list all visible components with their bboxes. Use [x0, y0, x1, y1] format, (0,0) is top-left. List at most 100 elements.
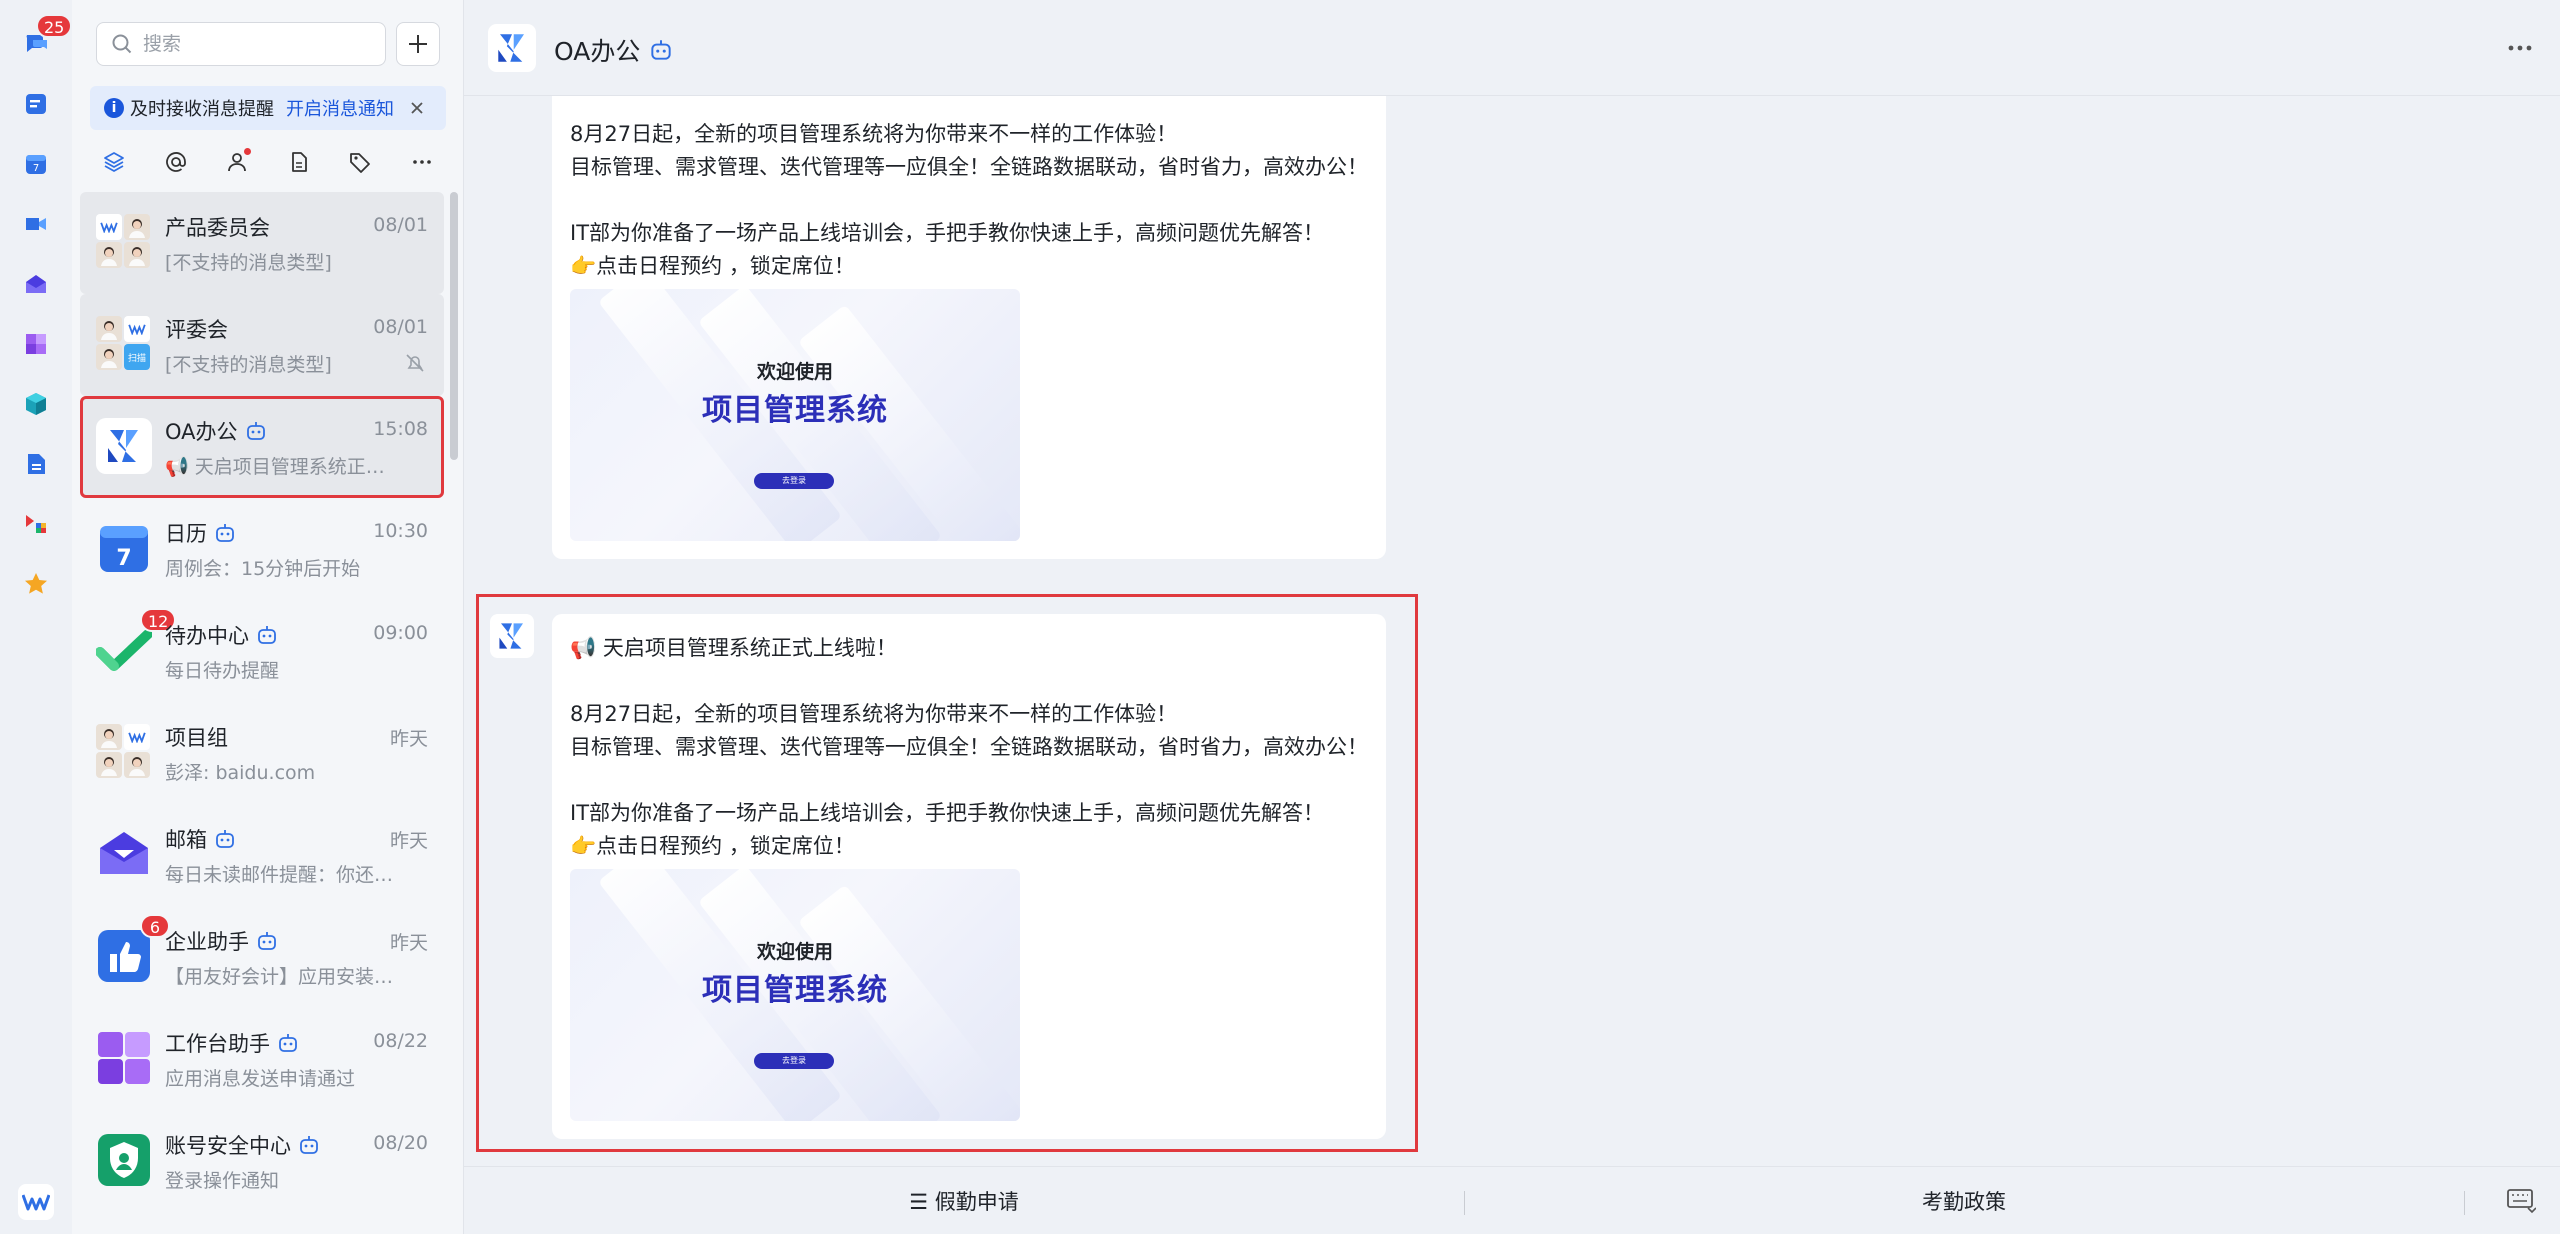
more-icon[interactable] [406, 146, 438, 178]
scan-avatar: 扫描 [124, 344, 150, 370]
plus-icon [409, 35, 427, 53]
conversation-name: 企业助手 [165, 926, 279, 956]
apps-icon[interactable] [20, 388, 52, 420]
conversation-item-active[interactable]: OA办公 15:08 📢 天启项目管理系统正式上线啦！ [80, 396, 444, 498]
conversation-preview: 登录操作通知 [165, 1170, 280, 1192]
multi-app-icon[interactable] [20, 508, 52, 540]
tag-icon[interactable] [344, 146, 376, 178]
conversation-time: 昨天 [389, 728, 428, 750]
contact-icon[interactable] [221, 146, 253, 178]
security-center-icon [96, 1132, 152, 1188]
oa-app-icon[interactable] [488, 24, 536, 72]
leave-request-menu[interactable]: ☰ 假勤申请 [464, 1167, 1464, 1234]
member-avatar [96, 242, 122, 268]
enterprise-helper-icon [96, 928, 152, 984]
svg-text:7: 7 [33, 163, 39, 174]
banner-welcome: 欢迎使用 [756, 361, 833, 383]
menu-divider [2464, 1191, 2465, 1215]
conversation-item[interactable]: 邮箱 昨天 每日未读邮件提醒：你还有... [80, 804, 444, 906]
notification-tip: i 及时接收消息提醒 开启消息通知 [90, 86, 446, 130]
member-avatar [124, 242, 150, 268]
mention-icon[interactable] [160, 146, 192, 178]
chat-unread-badge: 25 [36, 14, 73, 38]
group-avatar [96, 214, 152, 270]
conversation-item[interactable]: 6 企业助手 昨天 【用友好会计】应用安装成... [80, 906, 444, 1008]
conversation-preview: [不支持的消息类型] [165, 252, 332, 274]
workbench-icon[interactable] [20, 328, 52, 360]
conversation-name: 评委会 [165, 318, 228, 342]
conversation-name: 项目组 [165, 726, 228, 750]
conversation-name: OA办公 [165, 416, 268, 446]
bot-icon [258, 932, 276, 950]
conversation-name: 产品委员会 [165, 216, 270, 240]
conversation-item[interactable]: 工作台助手 08/22 应用消息发送申请通过 [80, 1008, 444, 1110]
message-card: 8月27日起，全新的项目管理系统将为你带来不一样的工作体验！ 目标管理、需求管理… [552, 96, 1386, 559]
conversation-scrollbar[interactable] [450, 192, 458, 460]
add-button[interactable] [396, 22, 440, 66]
conversation-name: 日历 [165, 518, 237, 548]
wps-logo-icon [124, 316, 150, 342]
message-banner-image[interactable]: 欢迎使用 项目管理系统 去登录 [570, 289, 1020, 541]
conversation-item[interactable]: 7 日历 10:30 周例会：15分钟后开始 [80, 498, 444, 600]
calendar-app-icon: 7 [96, 520, 152, 576]
document-icon[interactable] [283, 146, 315, 178]
conversation-item[interactable]: 12 待办中心 09:00 每日待办提醒 [80, 600, 444, 702]
conversation-name: 邮箱 [165, 824, 237, 854]
conversation-preview: 应用消息发送申请通过 [165, 1068, 356, 1090]
bot-icon [216, 830, 234, 848]
conversation-item[interactable]: 账号安全中心 08/20 登录操作通知 [80, 1110, 444, 1212]
bot-icon [246, 422, 265, 440]
docs-icon[interactable] [20, 88, 52, 120]
chat-header: OA办公 [464, 0, 2560, 96]
layers-icon[interactable] [98, 146, 130, 178]
star-icon[interactable] [20, 568, 52, 600]
conversation-name: 工作台助手 [165, 1028, 300, 1058]
wps-logo-icon[interactable] [18, 1184, 54, 1220]
file-icon[interactable] [20, 448, 52, 480]
svg-text:7: 7 [116, 546, 131, 571]
conversation-preview: 彭泽: baidu.com [165, 762, 316, 784]
meeting-icon[interactable] [20, 208, 52, 240]
conversation-time: 08/20 [373, 1132, 428, 1154]
conversation-item[interactable]: 扫描 评委会 08/01 [不支持的消息类型] [80, 294, 444, 396]
message-list[interactable]: 8月27日起，全新的项目管理系统将为你带来不一样的工作体验！ 目标管理、需求管理… [464, 96, 2560, 1166]
group-avatar [96, 724, 152, 780]
member-avatar [96, 344, 122, 370]
oa-app-icon [96, 418, 152, 474]
member-avatar [124, 214, 150, 240]
enable-notification-link[interactable]: 开启消息通知 [286, 95, 394, 121]
conversation-preview: 每日未读邮件提醒：你还有... [165, 864, 395, 886]
mail-icon[interactable] [20, 268, 52, 300]
attendance-policy-menu[interactable]: 考勤政策 [1464, 1167, 2464, 1234]
conversation-list: 产品委员会 08/01 [不支持的消息类型] 扫描 评委会 08/01 [不支持… [80, 192, 444, 1212]
conversation-time: 15:08 [373, 418, 428, 440]
conversation-time: 昨天 [389, 830, 428, 852]
banner-login-button[interactable]: 去登录 [754, 473, 834, 489]
bot-icon [651, 40, 671, 60]
conversation-item[interactable]: 项目组 昨天 彭泽: baidu.com [80, 702, 444, 804]
conversation-name: 账号安全中心 [165, 1130, 321, 1160]
conversation-time: 08/01 [373, 316, 428, 338]
member-avatar [96, 724, 122, 750]
conversation-time: 09:00 [373, 622, 428, 644]
wps-logo-icon [124, 724, 150, 750]
conversation-preview: 每日待办提醒 [165, 660, 280, 682]
chat-icon[interactable]: 25 [20, 14, 73, 58]
mail-app-icon [96, 826, 152, 882]
info-icon: i [104, 98, 124, 118]
conversation-item[interactable]: 产品委员会 08/01 [不支持的消息类型] [80, 192, 444, 294]
calendar-icon[interactable]: 7 [20, 148, 52, 180]
conversation-preview: 📢 天启项目管理系统正式上线啦！ [165, 456, 395, 478]
group-avatar: 扫描 [96, 316, 152, 372]
keyboard-switch-icon[interactable] [2506, 1187, 2537, 1215]
search-input[interactable] [143, 33, 363, 55]
chat-title: OA办公 [554, 32, 674, 68]
filter-bar [90, 146, 446, 182]
member-avatar [96, 316, 122, 342]
workbench-helper-icon [96, 1030, 152, 1086]
close-icon[interactable] [408, 99, 426, 117]
more-options-icon[interactable] [2502, 32, 2538, 64]
conversation-time: 08/01 [373, 214, 428, 236]
conversation-time: 08/22 [373, 1030, 428, 1052]
search-box[interactable] [96, 22, 386, 66]
